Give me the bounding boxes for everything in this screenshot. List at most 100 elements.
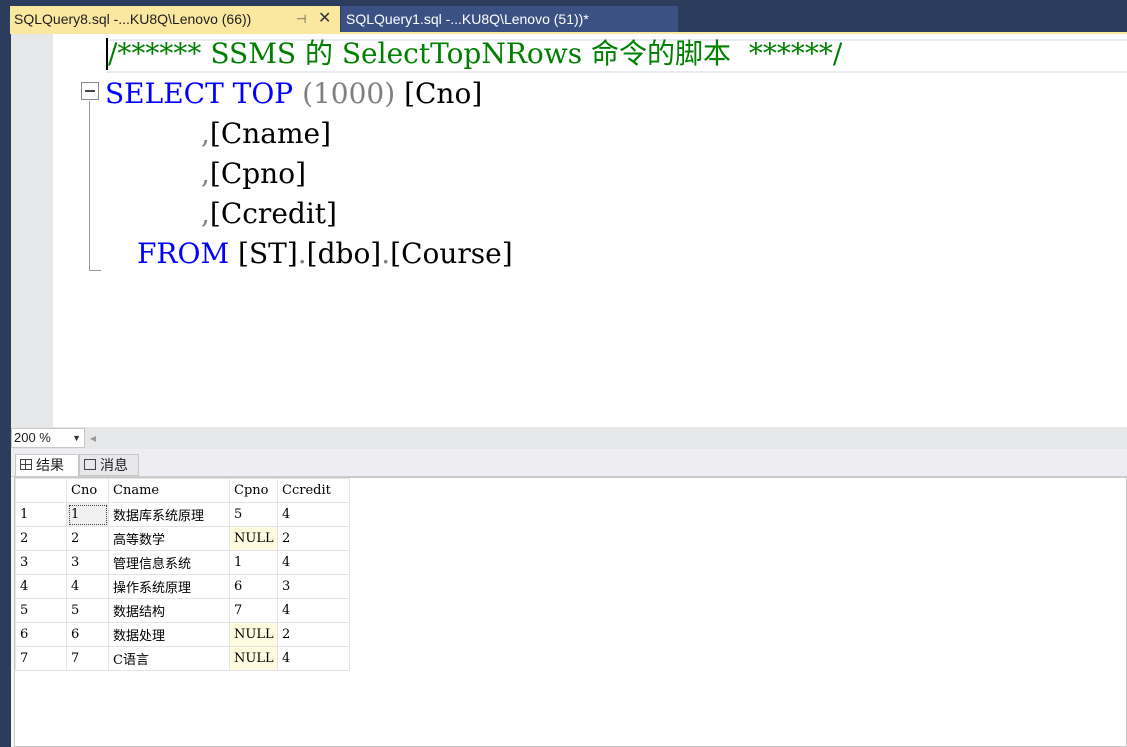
tab-results[interactable]: 结果 — [15, 454, 79, 476]
sql-identifier: [dbo] — [306, 237, 382, 270]
row-number[interactable]: 1 — [15, 502, 67, 527]
cell-ccredit[interactable]: 4 — [277, 502, 350, 527]
column-header[interactable]: Cname — [108, 478, 230, 503]
table-row[interactable]: 2 2 高等数学 NULL 2 — [15, 526, 350, 551]
cell-cpno[interactable]: 6 — [229, 574, 278, 599]
table-row[interactable]: 1 1 数据库系统原理 5 4 — [15, 502, 350, 527]
table-row[interactable]: 3 3 管理信息系统 1 4 — [15, 550, 350, 575]
results-grid[interactable]: Cno Cname Cpno Ccredit 1 1 数据库系统原理 5 4 2 2 高等数学… — [14, 477, 1127, 747]
column-header[interactable]: Cpno — [229, 478, 278, 503]
cell-cpno[interactable]: NULL — [229, 646, 278, 671]
cell-ccredit[interactable]: 4 — [277, 598, 350, 623]
pin-icon[interactable]: ⊣ — [296, 6, 306, 32]
cell-cpno[interactable]: 1 — [229, 550, 278, 575]
cell-cname[interactable]: 数据库系统原理 — [108, 502, 230, 527]
row-number[interactable]: 3 — [15, 550, 67, 575]
sql-dot: . — [381, 237, 391, 270]
cell-cno[interactable]: 2 — [66, 526, 109, 551]
cell-cno[interactable]: 6 — [66, 622, 109, 647]
document-tabstrip: SQLQuery8.sql -...KU8Q\Lenovo (66)) ⊣ ✕ … — [0, 6, 1127, 32]
cell-cname[interactable]: 管理信息系统 — [108, 550, 230, 575]
tab-label: 结果 — [36, 457, 64, 473]
tab-label: 消息 — [100, 457, 128, 473]
sql-comma: , — [201, 117, 210, 150]
editor-status-bar: 200 % ▼ ◂ — [11, 427, 1127, 449]
row-number-header[interactable] — [15, 478, 67, 503]
code-line-5: FROM [ST].[dbo].[Course] — [137, 234, 513, 274]
tab-title: SQLQuery1.sql -...KU8Q\Lenovo (51))* — [346, 11, 589, 27]
row-number[interactable]: 4 — [15, 574, 67, 599]
grid-icon — [20, 459, 32, 470]
tab-sqlquery1[interactable]: SQLQuery1.sql -...KU8Q\Lenovo (51))* — [341, 6, 678, 32]
close-icon[interactable]: ✕ — [318, 6, 331, 32]
sql-identifier: [Cpno] — [209, 157, 306, 190]
cell-cname[interactable]: 数据结构 — [108, 598, 230, 623]
sql-keyword: FROM — [137, 237, 230, 270]
cell-cname[interactable]: C语言 — [108, 646, 230, 671]
cell-ccredit[interactable]: 2 — [277, 526, 350, 551]
cell-cno[interactable]: 5 — [66, 598, 109, 623]
cell-cpno[interactable]: NULL — [229, 622, 278, 647]
sql-keyword: SELECT — [105, 77, 224, 110]
sql-identifier: [Course] — [390, 237, 513, 270]
table-row[interactable]: 5 5 数据结构 7 4 — [15, 598, 350, 623]
cell-cpno[interactable]: 5 — [229, 502, 278, 527]
results-tabstrip: 结果 消息 — [11, 449, 1127, 477]
messages-icon — [84, 459, 96, 470]
fold-guide-end — [89, 270, 101, 271]
code-line-3: ,[Cpno] — [201, 154, 306, 194]
row-number[interactable]: 5 — [15, 598, 67, 623]
sql-identifier: [Ccredit] — [209, 197, 337, 230]
sql-comma: , — [201, 197, 210, 230]
sql-keyword: TOP — [232, 77, 294, 110]
cell-cpno[interactable]: 7 — [229, 598, 278, 623]
cell-ccredit[interactable]: 4 — [277, 550, 350, 575]
editor-margin — [11, 34, 53, 427]
code-line-comment: /****** SSMS 的 SelectTopNRows 命令的脚本 ****… — [108, 34, 842, 74]
left-rail — [0, 0, 11, 747]
table-row[interactable]: 6 6 数据处理 NULL 2 — [15, 622, 350, 647]
cell-ccredit[interactable]: 2 — [277, 622, 350, 647]
sql-identifier: [Cno] — [404, 77, 483, 110]
cell-cname[interactable]: 操作系统原理 — [108, 574, 230, 599]
code-line-4: ,[Ccredit] — [201, 194, 337, 234]
fold-guide — [89, 101, 90, 271]
row-number[interactable]: 7 — [15, 646, 67, 671]
cell-cno[interactable]: 1 — [66, 502, 109, 527]
cell-ccredit[interactable]: 4 — [277, 646, 350, 671]
column-header[interactable]: Cno — [66, 478, 109, 503]
cell-cname[interactable]: 高等数学 — [108, 526, 230, 551]
query-editor[interactable]: /****** SSMS 的 SelectTopNRows 命令的脚本 ****… — [11, 34, 1127, 427]
table-row[interactable]: 4 4 操作系统原理 6 3 — [15, 574, 350, 599]
sql-identifier: [ST] — [238, 237, 298, 270]
cell-cno[interactable]: 7 — [66, 646, 109, 671]
sql-comment: /****** SSMS 的 SelectTopNRows 命令的脚本 ****… — [108, 37, 843, 70]
results-table: Cno Cname Cpno Ccredit 1 1 数据库系统原理 5 4 2 2 高等数学… — [15, 478, 350, 671]
sql-comma: , — [201, 157, 210, 190]
column-header[interactable]: Ccredit — [277, 478, 350, 503]
cell-cno[interactable]: 4 — [66, 574, 109, 599]
cell-cno[interactable]: 3 — [66, 550, 109, 575]
results-pane: 结果 消息 Cno Cname Cpno Ccredit 1 1 数据库系统原理… — [11, 449, 1127, 747]
ssms-window: SQLQuery8.sql -...KU8Q\Lenovo (66)) ⊣ ✕ … — [0, 0, 1127, 747]
tab-title: SQLQuery8.sql -...KU8Q\Lenovo (66)) — [14, 11, 252, 27]
table-row[interactable]: 7 7 C语言 NULL 4 — [15, 646, 350, 671]
header-row: Cno Cname Cpno Ccredit — [15, 478, 350, 503]
sql-dot: . — [297, 237, 307, 270]
code-line-2: ,[Cname] — [201, 114, 331, 154]
tab-sqlquery8[interactable]: SQLQuery8.sql -...KU8Q\Lenovo (66)) ⊣ ✕ — [10, 6, 340, 32]
tab-messages[interactable]: 消息 — [79, 454, 139, 476]
scroll-left-icon[interactable]: ◂ — [90, 431, 96, 445]
code-line-1: SELECT TOP (1000) [Cno] — [105, 74, 482, 114]
cell-ccredit[interactable]: 3 — [277, 574, 350, 599]
cell-cname[interactable]: 数据处理 — [108, 622, 230, 647]
collapse-icon[interactable] — [81, 82, 99, 100]
chevron-down-icon: ▼ — [72, 433, 81, 443]
zoom-select[interactable]: 200 % ▼ — [11, 428, 85, 448]
sql-paren: (1000) — [302, 77, 396, 110]
sql-identifier: [Cname] — [209, 117, 332, 150]
row-number[interactable]: 6 — [15, 622, 67, 647]
cell-cpno[interactable]: NULL — [229, 526, 278, 551]
zoom-value: 200 % — [14, 430, 51, 445]
row-number[interactable]: 2 — [15, 526, 67, 551]
